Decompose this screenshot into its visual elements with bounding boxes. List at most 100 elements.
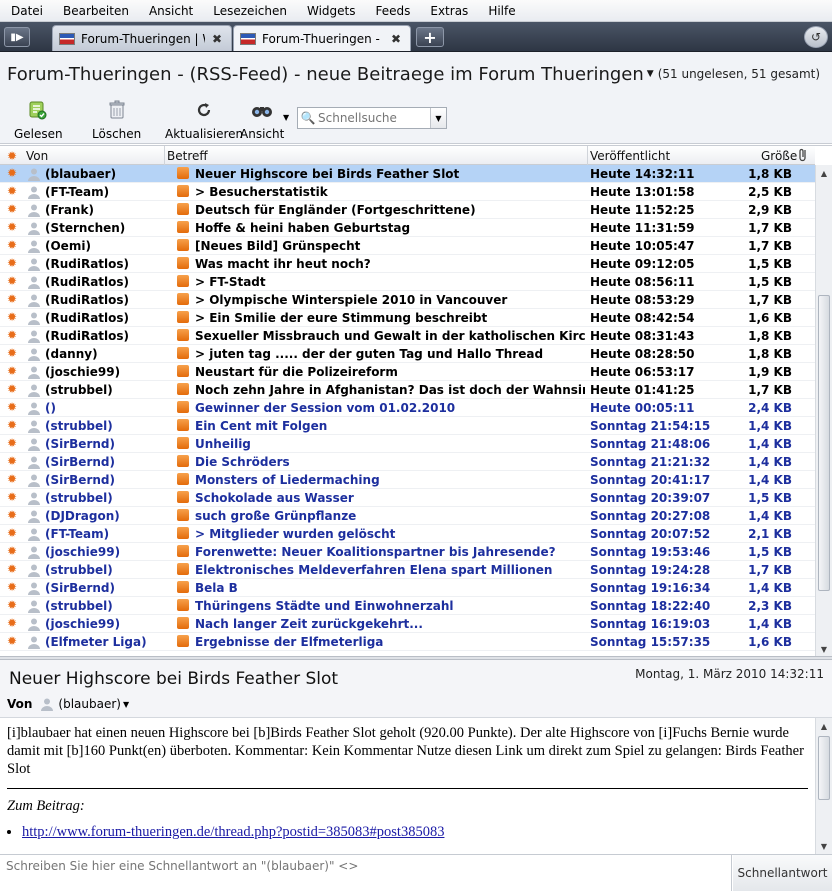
table-row[interactable]: ✹ () Gewinner der Session vom 01.02.2010 He… — [0, 399, 815, 417]
table-row[interactable]: ✹ (blaubaer) Neuer Highscore bei Birds Fea… — [0, 165, 815, 183]
table-row[interactable]: ✹ (RudiRatlos) Sexueller Missbrauch und Ge… — [0, 327, 815, 345]
quick-search[interactable]: 🔍 ▼ — [297, 107, 447, 129]
delete-button[interactable]: Löschen — [92, 99, 141, 141]
scroll-down-icon[interactable]: ▼ — [816, 641, 832, 656]
star-icon[interactable]: ✹ — [7, 239, 19, 251]
star-icon[interactable]: ✹ — [7, 203, 19, 215]
table-row[interactable]: ✹ (Oemi) [Neues Bild] Grünspecht Heute 10:0… — [0, 237, 815, 255]
star-icon[interactable]: ✹ — [7, 599, 19, 611]
star-icon[interactable]: ✹ — [7, 167, 19, 179]
column-from[interactable]: Von — [26, 149, 48, 163]
view-dropdown-icon[interactable]: ▼ — [283, 113, 289, 122]
row-date: Heute 13:01:58 — [590, 185, 695, 199]
table-row[interactable]: ✹ (DJDragon) such große Grünpflanze Sonntag… — [0, 507, 815, 525]
star-icon[interactable]: ✹ — [7, 509, 19, 521]
table-row[interactable]: ✹ (SirBernd) Unheilig Sonntag 21:48:06 1,4 K… — [0, 435, 815, 453]
table-row[interactable]: ✹ (danny) > juten tag ..... der der guten … — [0, 345, 815, 363]
refresh-button[interactable]: Aktualisieren — [165, 99, 243, 141]
star-icon[interactable]: ✹ — [7, 635, 19, 647]
star-icon[interactable]: ✹ — [7, 329, 19, 341]
star-icon[interactable]: ✹ — [7, 455, 19, 467]
star-icon[interactable]: ✹ — [7, 491, 19, 503]
view-button[interactable]: Ansicht — [240, 99, 284, 141]
close-icon[interactable]: ✖ — [211, 33, 223, 45]
star-icon[interactable]: ✹ — [7, 401, 19, 413]
table-row[interactable]: ✹ (FT-Team) > Mitglieder wurden gelöscht So… — [0, 525, 815, 543]
table-row[interactable]: ✹ (RudiRatlos) > Ein Smilie der eure Stimm… — [0, 309, 815, 327]
star-icon[interactable]: ✹ — [7, 545, 19, 557]
table-row[interactable]: ✹ (RudiRatlos) Was macht ihr heut noch? Heu… — [0, 255, 815, 273]
scroll-up-icon[interactable]: ▲ — [816, 718, 832, 734]
scroll-up-icon[interactable]: ▲ — [816, 165, 832, 181]
menu-bearbeiten[interactable]: Bearbeiten — [56, 4, 136, 18]
table-row[interactable]: ✹ (RudiRatlos) > Olympische Winterspiele 2… — [0, 291, 815, 309]
close-icon[interactable]: ✖ — [390, 33, 402, 45]
post-link[interactable]: http://www.forum-thueringen.de/thread.ph… — [22, 824, 444, 840]
star-icon[interactable]: ✹ — [7, 527, 19, 539]
star-icon[interactable]: ✹ — [7, 257, 19, 269]
panel-toggle-button[interactable]: ▮▶ — [4, 27, 30, 47]
feed-title[interactable]: Forum-Thueringen - (RSS-Feed) - neue Bei… — [7, 64, 820, 85]
column-size[interactable]: Größe — [761, 149, 797, 163]
tab-forum-wbb[interactable]: Forum-Thueringen | W... ✖ — [52, 25, 232, 51]
quick-reply-input[interactable] — [0, 855, 732, 891]
scroll-thumb[interactable] — [818, 295, 830, 591]
table-row[interactable]: ✹ (joschie99) Nach langer Zeit zurückgekeh… — [0, 615, 815, 633]
column-divider[interactable] — [587, 146, 588, 165]
table-row[interactable]: ✹ (RudiRatlos) > FT-Stadt Heute 08:56:11 1,5… — [0, 273, 815, 291]
star-icon[interactable]: ✹ — [7, 581, 19, 593]
table-row[interactable]: ✹ (SirBernd) Bela B Sonntag 19:16:34 1,4 KB — [0, 579, 815, 597]
table-row[interactable]: ✹ (joschie99) Neustart für die Polizeirefo… — [0, 363, 815, 381]
table-row[interactable]: ✹ (Frank) Deutsch für Engländer (Fortgesch… — [0, 201, 815, 219]
star-icon[interactable]: ✹ — [7, 617, 19, 629]
table-row[interactable]: ✹ (strubbel) Noch zehn Jahre in Afghanista… — [0, 381, 815, 399]
list-scrollbar[interactable]: ▲ ▼ — [815, 165, 832, 656]
tab-forum-rss[interactable]: Forum-Thueringen - (... ✖ — [233, 25, 411, 51]
column-divider[interactable] — [164, 146, 165, 165]
star-icon[interactable]: ✹ — [7, 293, 19, 305]
star-icon[interactable]: ✹ — [7, 275, 19, 287]
star-icon[interactable]: ✹ — [7, 311, 19, 323]
chevron-down-icon[interactable]: ▼ — [123, 700, 129, 709]
trash-button[interactable]: ↺ — [804, 26, 828, 48]
menu-hilfe[interactable]: Hilfe — [481, 4, 522, 18]
search-input[interactable] — [318, 111, 430, 125]
column-subject[interactable]: Betreff — [167, 149, 208, 163]
chevron-down-icon[interactable]: ▼ — [430, 108, 446, 128]
star-icon[interactable]: ✹ — [7, 563, 19, 575]
scroll-thumb[interactable] — [818, 736, 830, 800]
quick-reply-button[interactable]: Schnellantwort — [733, 855, 832, 891]
star-icon[interactable]: ✹ — [7, 185, 19, 197]
menu-lesezeichen[interactable]: Lesezeichen — [206, 4, 294, 18]
star-icon[interactable]: ✹ — [7, 149, 17, 163]
star-icon[interactable]: ✹ — [7, 221, 19, 233]
menu-ansicht[interactable]: Ansicht — [142, 4, 200, 18]
chevron-down-icon[interactable]: ▼ — [647, 69, 654, 79]
menu-widgets[interactable]: Widgets — [300, 4, 363, 18]
column-published[interactable]: Veröffentlicht — [590, 149, 670, 163]
menu-feeds[interactable]: Feeds — [368, 4, 417, 18]
menu-datei[interactable]: Datei — [4, 4, 50, 18]
table-row[interactable]: ✹ (strubbel) Thüringens Städte und Einwohn… — [0, 597, 815, 615]
table-row[interactable]: ✹ (Elfmeter Liga) Ergebnisse der Elfmeterl… — [0, 633, 815, 651]
table-row[interactable]: ✹ (SirBernd) Die Schröders Sonntag 21:21:32… — [0, 453, 815, 471]
table-row[interactable]: ✹ (strubbel) Schokolade aus Wasser Sonntag … — [0, 489, 815, 507]
table-row[interactable]: ✹ (strubbel) Ein Cent mit Folgen Sonntag 21… — [0, 417, 815, 435]
star-icon[interactable]: ✹ — [7, 347, 19, 359]
star-icon[interactable]: ✹ — [7, 365, 19, 377]
table-row[interactable]: ✹ (joschie99) Forenwette: Neuer Koalitions… — [0, 543, 815, 561]
table-row[interactable]: ✹ (Sternchen) Hoffe & heini haben Geburtst… — [0, 219, 815, 237]
star-icon[interactable]: ✹ — [7, 383, 19, 395]
menu-extras[interactable]: Extras — [423, 4, 475, 18]
star-icon[interactable]: ✹ — [7, 473, 19, 485]
mark-read-button[interactable]: Gelesen — [14, 99, 63, 141]
new-tab-button[interactable]: + — [416, 27, 444, 47]
star-icon[interactable]: ✹ — [7, 437, 19, 449]
from-name[interactable]: (blaubaer) — [58, 697, 121, 711]
star-icon[interactable]: ✹ — [7, 419, 19, 431]
table-row[interactable]: ✹ (SirBernd) Monsters of Liedermaching Sonn… — [0, 471, 815, 489]
table-row[interactable]: ✹ (strubbel) Elektronisches Meldeverfahren… — [0, 561, 815, 579]
table-row[interactable]: ✹ (FT-Team) > Besucherstatistik Heute 13:01… — [0, 183, 815, 201]
scroll-down-icon[interactable]: ▼ — [816, 838, 832, 854]
preview-scrollbar[interactable]: ▲ ▼ — [815, 718, 832, 854]
